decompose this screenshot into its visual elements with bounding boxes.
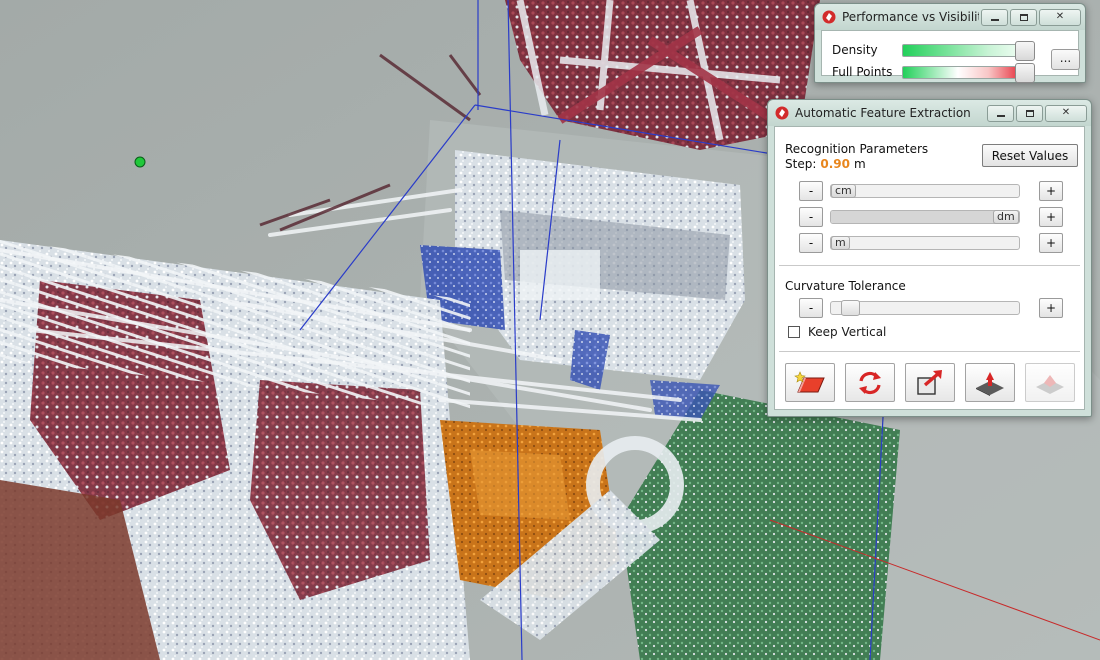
- afe-titlebar[interactable]: Automatic Feature Extraction ✕: [768, 100, 1091, 126]
- refresh-icon: [859, 371, 881, 394]
- cm-slider-thumb[interactable]: cm: [831, 184, 856, 198]
- extract-plane-button[interactable]: [785, 363, 835, 402]
- m-increase-button[interactable]: +: [1039, 233, 1063, 253]
- curvature-tolerance-title: Curvature Tolerance: [785, 279, 906, 293]
- window-title: Automatic Feature Extraction: [795, 106, 971, 120]
- dm-slider[interactable]: dm: [830, 210, 1020, 224]
- minimize-button[interactable]: [981, 8, 1008, 26]
- minimize-button[interactable]: [987, 104, 1014, 122]
- maximize-button[interactable]: [1016, 104, 1043, 122]
- push-extrude-icon: [976, 371, 1004, 396]
- divider: [779, 265, 1080, 266]
- recognition-parameters-title: Recognition Parameters: [785, 142, 929, 156]
- refresh-button[interactable]: [845, 363, 895, 402]
- m-slider-thumb[interactable]: m: [831, 236, 850, 250]
- reset-values-button[interactable]: Reset Values: [982, 144, 1078, 167]
- afe-body: Recognition Parameters Step: 0.90 m Reset …: [774, 126, 1085, 410]
- m-decrease-button[interactable]: -: [799, 233, 823, 253]
- extrude-disabled-icon: [1036, 374, 1064, 394]
- origin-marker-icon: [134, 156, 146, 168]
- export-button[interactable]: [905, 363, 955, 402]
- density-label: Density: [832, 43, 878, 57]
- performance-visibility-window: Performance vs Visibility ✕ Density Full…: [814, 3, 1086, 83]
- sketchup-app-icon: [822, 10, 836, 24]
- full-points-slider[interactable]: [902, 62, 1035, 83]
- sketchup-app-icon: [775, 106, 789, 120]
- curvature-increase-button[interactable]: +: [1039, 298, 1063, 318]
- minimize-icon: [990, 18, 999, 21]
- perf-titlebar[interactable]: Performance vs Visibility ✕: [815, 4, 1085, 30]
- minimize-icon: [996, 114, 1005, 117]
- close-icon: ✕: [1055, 11, 1065, 22]
- density-slider[interactable]: [902, 40, 1035, 61]
- maximize-button[interactable]: [1010, 8, 1037, 26]
- maximize-icon: [1019, 13, 1028, 21]
- close-button[interactable]: ✕: [1039, 8, 1081, 26]
- full-points-slider-thumb[interactable]: [1015, 62, 1035, 83]
- density-slider-thumb[interactable]: [1015, 40, 1035, 61]
- more-options-button[interactable]: ...: [1051, 49, 1080, 70]
- curvature-slider[interactable]: [830, 300, 1020, 316]
- step-readout: Step: 0.90 m: [785, 157, 866, 171]
- full-points-row: Full Points: [832, 62, 1035, 83]
- extract-plane-icon: [794, 370, 825, 392]
- keep-vertical-checkbox[interactable]: [788, 326, 800, 338]
- window-title: Performance vs Visibility: [842, 10, 979, 24]
- dm-slider-thumb[interactable]: dm: [993, 210, 1019, 224]
- export-icon: [917, 369, 942, 395]
- curvature-decrease-button[interactable]: -: [799, 298, 823, 318]
- maximize-icon: [1025, 109, 1034, 117]
- step-unit: m: [853, 157, 866, 171]
- divider: [779, 351, 1080, 352]
- cm-increase-button[interactable]: +: [1039, 181, 1063, 201]
- m-slider[interactable]: m: [830, 236, 1020, 250]
- full-points-label: Full Points: [832, 65, 893, 79]
- feature-extraction-window: Automatic Feature Extraction ✕ Recogniti…: [767, 99, 1092, 417]
- step-value: 0.90: [820, 157, 850, 171]
- close-button[interactable]: ✕: [1045, 104, 1087, 122]
- curvature-slider-thumb[interactable]: [841, 300, 861, 316]
- cm-slider[interactable]: cm: [830, 184, 1020, 198]
- push-extrude-button[interactable]: [965, 363, 1015, 402]
- dm-decrease-button[interactable]: -: [799, 207, 823, 227]
- close-icon: ✕: [1061, 107, 1071, 118]
- cm-decrease-button[interactable]: -: [799, 181, 823, 201]
- step-label: Step:: [785, 157, 817, 171]
- keep-vertical-row[interactable]: Keep Vertical: [788, 325, 886, 339]
- keep-vertical-label: Keep Vertical: [808, 325, 887, 339]
- perf-body: Density Full Points ...: [821, 30, 1080, 83]
- dm-slider-fill: [831, 211, 1019, 223]
- dm-increase-button[interactable]: +: [1039, 207, 1063, 227]
- extrude-button-disabled: [1025, 363, 1075, 402]
- density-row: Density: [832, 40, 1035, 61]
